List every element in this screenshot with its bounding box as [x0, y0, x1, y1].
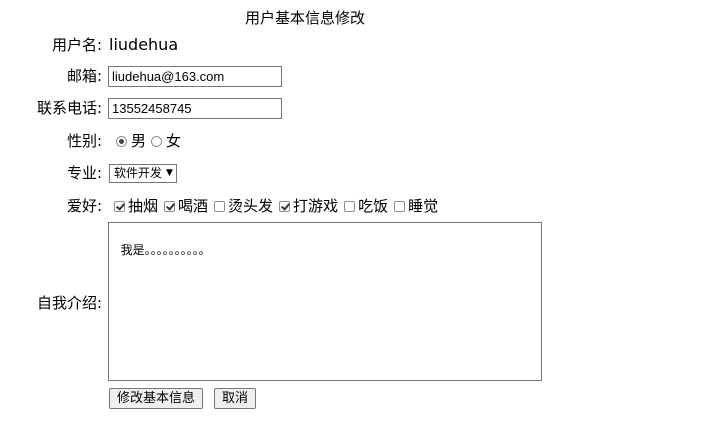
hobbies-group: 抽烟 喝酒 烫头发 打游戏 吃饭 睡觉: [114, 196, 444, 216]
intro-text: 我是。。。。。。。。。。: [120, 243, 211, 257]
gender-radio-male[interactable]: [116, 135, 127, 147]
hobby-label-smoking: 抽烟: [128, 197, 159, 215]
hobby-checkbox-perm-hair[interactable]: [214, 200, 226, 212]
hobby-checkbox-eating[interactable]: [344, 200, 356, 212]
resize-grip-icon[interactable]: [532, 371, 540, 379]
gender-label: 性别:: [66, 132, 102, 150]
major-selected-value: 软件开发: [114, 166, 163, 180]
username-value: liudehua: [109, 35, 179, 54]
hobby-checkbox-drinking[interactable]: [164, 200, 176, 212]
email-label: 邮箱:: [66, 67, 102, 85]
cancel-button[interactable]: 取消: [214, 388, 257, 409]
intro-label: 自我介绍:: [36, 294, 102, 312]
hobby-label-drinking: 喝酒: [178, 197, 209, 215]
chevron-down-icon: ▼: [166, 168, 173, 178]
major-select[interactable]: 软件开发 ▼: [109, 164, 177, 183]
hobby-checkbox-gaming[interactable]: [279, 200, 291, 212]
submit-button[interactable]: 修改基本信息: [109, 388, 204, 409]
phone-input[interactable]: [108, 98, 282, 119]
hobby-label-perm-hair: 烫头发: [228, 197, 274, 215]
major-label: 专业:: [66, 164, 102, 182]
hobby-checkbox-sleeping[interactable]: [394, 200, 406, 212]
page-title: 用户基本信息修改: [244, 9, 365, 27]
gender-female-label: 女: [166, 132, 182, 150]
hobby-label-eating: 吃饭: [358, 197, 389, 215]
hobby-checkbox-smoking[interactable]: [114, 200, 125, 212]
hobby-label-gaming: 打游戏: [293, 197, 339, 215]
email-input[interactable]: [108, 66, 282, 87]
gender-male-label: 男: [131, 132, 147, 150]
intro-textarea[interactable]: 我是。。。。。。。。。。: [108, 222, 542, 381]
gender-group: 男 女: [116, 131, 186, 151]
hobby-label-sleeping: 睡觉: [408, 197, 439, 215]
username-label: 用户名:: [51, 36, 102, 54]
gender-radio-female[interactable]: [151, 135, 163, 147]
phone-label: 联系电话:: [36, 99, 102, 117]
hobbies-label: 爱好:: [66, 197, 102, 215]
